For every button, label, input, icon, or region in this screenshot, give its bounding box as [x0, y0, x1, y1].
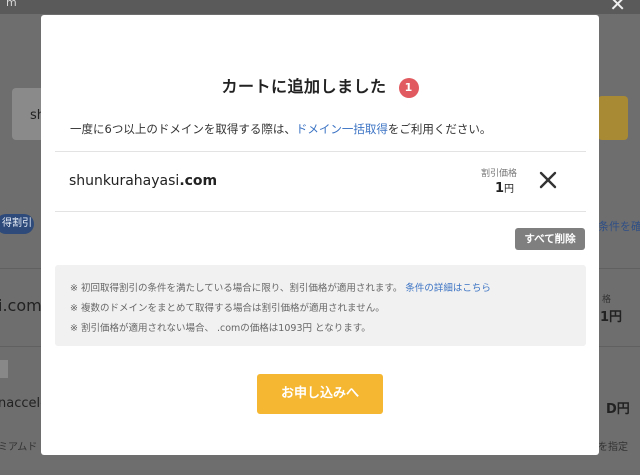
terms-line: ※ 初回取得割引の条件を満たしている場合に限り、割引価格が適用されます。 条件の…: [70, 280, 491, 294]
bulk-registration-link[interactable]: ドメイン一括取得: [296, 122, 388, 136]
background-price: 1円: [600, 310, 623, 325]
cart-item-domain: shunkurahayasi.com: [69, 173, 217, 189]
background-conditions-link: 条件を確: [598, 220, 640, 233]
background-box: [0, 360, 8, 378]
background-price-label: 格: [602, 295, 612, 305]
close-icon: [539, 171, 557, 189]
bulk-notice-text-end: をご利用ください。: [387, 122, 492, 136]
terms-box: ※ 初回取得割引の条件を満たしている場合に限り、割引価格が適用されます。 条件の…: [55, 265, 586, 346]
cart-item: shunkurahayasi.com 割引価格 1円: [55, 151, 586, 212]
delete-all-button[interactable]: すべて削除: [515, 228, 585, 250]
price-value: 1: [495, 181, 505, 196]
apply-button[interactable]: お申し込みへ: [257, 374, 383, 414]
background-domain: i.com: [0, 296, 42, 315]
cart-added-dialog: カートに追加しました 1 一度に6つ以上のドメインを取得する際は、ドメイン一括取得…: [41, 15, 599, 455]
window-close-icon[interactable]: ✕: [609, 0, 626, 16]
terms-line: ※ 割引価格が適用されない場合、 .comの価格は1093円 となります。: [70, 323, 371, 334]
bulk-notice-text: 一度に6つ以上のドメインを取得する際は、: [70, 122, 296, 136]
background-yellow-button: [598, 96, 628, 140]
discount-price-label: 割引価格: [481, 169, 518, 179]
price-unit: 円: [504, 184, 515, 195]
background-discount-badge: 得割引: [0, 214, 34, 234]
bulk-notice: 一度に6つ以上のドメインを取得する際は、ドメイン一括取得をご利用ください。: [70, 121, 491, 137]
remove-item-button[interactable]: [537, 169, 559, 191]
terms-line: ※ 複数のドメインをまとめて取得する場合は割引価格が適用されません。: [70, 303, 385, 314]
background-text: を指定: [598, 442, 628, 453]
cart-count-badge: 1: [398, 78, 419, 98]
background-text: ミアムド: [0, 442, 38, 453]
conditions-detail-link[interactable]: 条件の詳細はこちら: [405, 283, 491, 294]
background-price: D円: [606, 402, 630, 417]
dialog-title: カートに追加しました: [221, 77, 387, 96]
domain-tld: .com: [179, 173, 218, 189]
background-topbar: m: [0, 0, 640, 14]
discount-price: 1円: [495, 180, 514, 196]
terms-line-text: ※ 初回取得割引の条件を満たしている場合に限り、割引価格が適用されます。: [70, 283, 403, 294]
domain-name: shunkurahayasi: [69, 173, 180, 189]
background-topbar-text: m: [6, 0, 17, 9]
dialog-header: カートに追加しました 1: [41, 73, 599, 98]
